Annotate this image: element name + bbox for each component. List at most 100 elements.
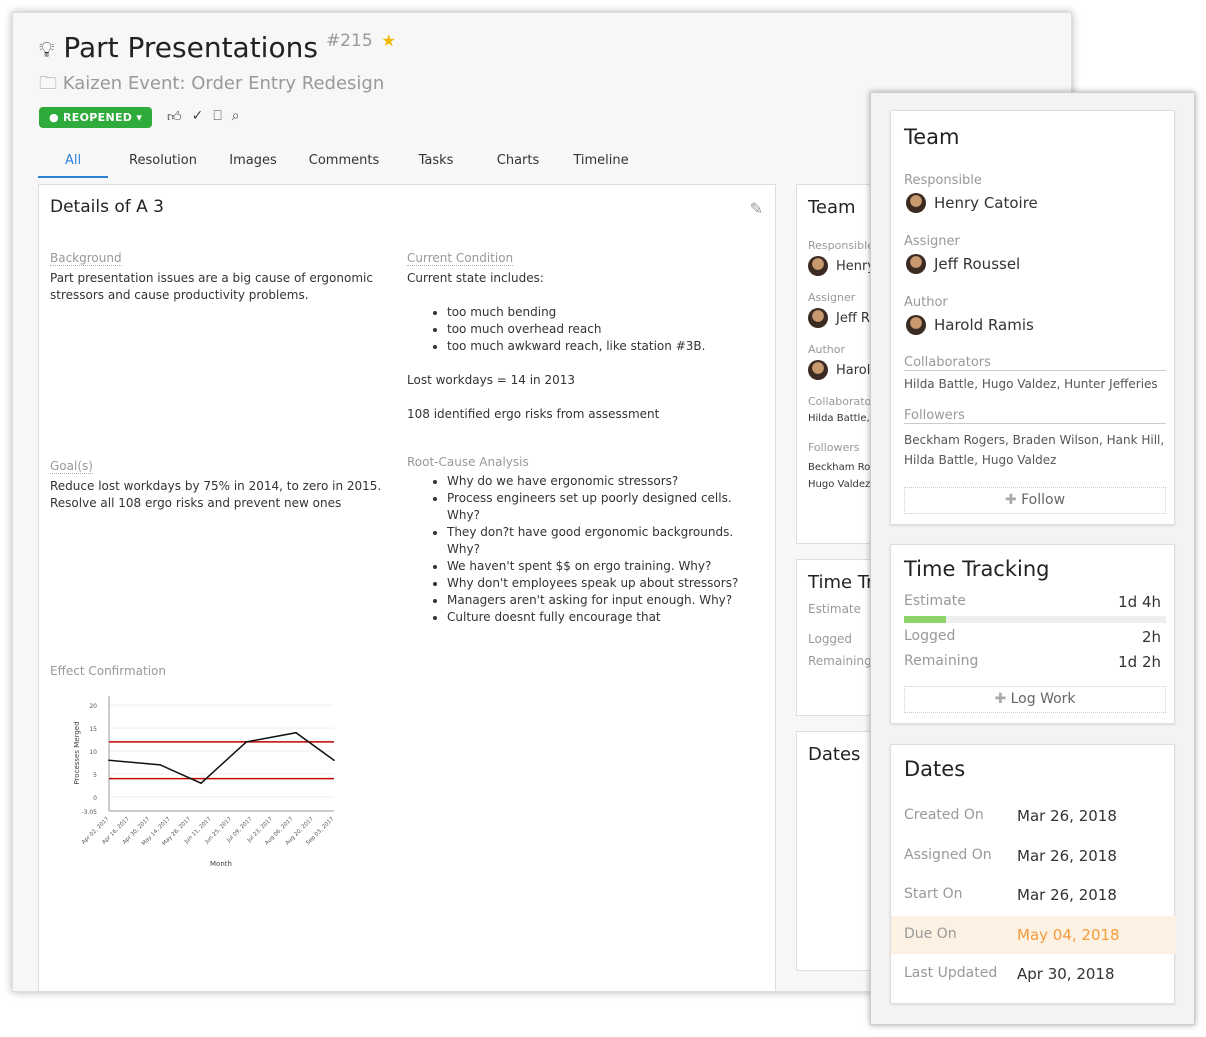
team-card: Team Responsible Henry Catoire Assigner … <box>890 110 1175 525</box>
check-circle-icon[interactable]: ✓ <box>192 108 204 125</box>
chevron-down-icon: ▾ <box>136 111 143 124</box>
star-icon[interactable]: ★ <box>382 31 396 50</box>
background-label: Background <box>50 251 122 266</box>
data-point <box>159 764 161 766</box>
tab-images[interactable]: Images <box>218 153 288 178</box>
y-tick-label: -3.05 <box>81 809 97 816</box>
follow-button[interactable]: ✚ Follow <box>904 487 1166 514</box>
tab-tasks[interactable]: Tasks <box>400 153 472 178</box>
card-title: Time Tracking <box>904 557 1050 581</box>
author-name[interactable]: Harold Ramis <box>934 316 1034 334</box>
pencil-icon[interactable]: ✎ <box>750 199 763 218</box>
date-row: Created On Mar 26, 2018 <box>891 797 1176 835</box>
followers-label: Followers <box>904 408 1166 424</box>
collaborators-list: Hilda Battle, Hugo Valdez, Hunter Jeffer… <box>904 377 1158 391</box>
list-item: We haven't spent $$ on ergo training. Wh… <box>447 558 747 575</box>
current-intro: Current state includes: <box>407 271 544 285</box>
time-progress-bar <box>904 616 1166 623</box>
data-point <box>245 741 248 743</box>
y-tick-label: 20 <box>89 703 97 710</box>
y-tick-label: 10 <box>89 749 97 756</box>
project-breadcrumb[interactable]: 🗀 Kaizen Event: Order Entry Redesign <box>39 71 384 101</box>
bookmark-icon[interactable]: ⎕ <box>213 108 221 125</box>
x-axis-label: Month <box>210 860 232 868</box>
avatar <box>906 193 926 213</box>
logged-label: Logged <box>904 628 956 644</box>
followers-list: Beckham Rogers, Braden Wilson, Hank Hill… <box>904 433 1165 467</box>
list-item: Culture doesnt fully encourage that <box>447 609 747 626</box>
list-item: too much bending <box>447 304 757 321</box>
zoom-icon[interactable]: ⌕ <box>232 108 240 125</box>
background-text: Part presentation issues are a big cause… <box>50 271 373 302</box>
date-label: Assigned On <box>904 846 992 863</box>
avatar <box>808 256 828 276</box>
root-cause-label: Root-Cause Analysis <box>407 455 529 469</box>
tab-resolution[interactable]: Resolution <box>108 153 218 178</box>
time-progress-fill <box>904 616 946 623</box>
card-title: Dates <box>808 744 861 765</box>
list-item: too much awkward reach, like station #3B… <box>447 338 757 355</box>
plus-icon: ✚ <box>1004 492 1017 508</box>
data-point <box>108 759 110 762</box>
log-work-button[interactable]: ✚ Log Work <box>904 686 1166 713</box>
goals-label: Goal(s) <box>50 459 93 474</box>
thumbs-up-icon[interactable]: 👍︎ <box>167 108 182 125</box>
avatar <box>808 360 828 380</box>
lightbulb-icon: 💡︎ <box>39 38 55 63</box>
date-value: May 04, 2018 <box>1017 925 1120 944</box>
date-label: Created On <box>904 807 984 823</box>
y-tick-label: 0 <box>93 795 97 802</box>
issue-number: #215 <box>325 31 373 51</box>
list-item: Managers aren't asking for input enough.… <box>447 592 747 609</box>
data-point <box>295 731 297 734</box>
date-row: Due On May 04, 2018 <box>891 915 1176 954</box>
date-value: Apr 30, 2018 <box>1017 965 1115 983</box>
details-panel: Details of A 3 ✎ Background Part present… <box>38 184 776 991</box>
list-item: Why don't employees speak up about stres… <box>447 575 747 592</box>
label: Followers <box>808 441 860 454</box>
date-value: Mar 26, 2018 <box>1017 846 1117 865</box>
label: Remaining <box>808 654 872 668</box>
remaining-label: Remaining <box>904 653 979 669</box>
date-value: Mar 26, 2018 <box>1017 807 1117 825</box>
author-label: Author <box>904 295 948 310</box>
date-row: Start On Mar 26, 2018 <box>891 876 1176 914</box>
data-point <box>200 782 202 785</box>
tab-all[interactable]: All <box>38 153 108 178</box>
remaining-value: 1d 2h <box>1118 653 1161 671</box>
list-item: too much overhead reach <box>447 321 757 338</box>
card-title: Dates <box>904 757 966 781</box>
current-condition-label: Current Condition <box>407 251 514 266</box>
goal-text: Resolve all 108 ergo risks and prevent n… <box>50 496 342 510</box>
tab-charts[interactable]: Charts <box>472 153 564 178</box>
root-cause-list: Why do we have ergonomic stressors? Proc… <box>447 473 747 626</box>
current-text: Lost workdays = 14 in 2013 <box>407 373 576 387</box>
tab-timeline[interactable]: Timeline <box>564 153 638 178</box>
card-title: Team <box>904 125 960 149</box>
list-item: Why do we have ergonomic stressors? <box>447 473 747 490</box>
label: Assigner <box>808 291 856 304</box>
effect-label: Effect Confirmation <box>50 664 166 678</box>
tab-bar: All Resolution Images Comments Tasks Cha… <box>38 153 638 178</box>
tab-comments[interactable]: Comments <box>288 153 400 178</box>
assigner-label: Assigner <box>904 234 960 249</box>
goal-text: Reduce lost workdays by 75% in 2014, to … <box>50 479 382 493</box>
status-dropdown[interactable]: ● REOPENED ▾ <box>39 107 153 128</box>
date-label: Last Updated <box>904 965 998 981</box>
y-tick-label: 15 <box>89 726 97 733</box>
current-text: 108 identified ergo risks from assessmen… <box>407 407 660 421</box>
label: Author <box>808 343 846 356</box>
y-tick-label: 5 <box>93 772 97 779</box>
logged-value: 2h <box>1141 628 1161 646</box>
details-title: Details of A 3 <box>50 197 164 217</box>
time-tracking-card: Time Tracking Estimate 1d 4h Logged 2h R… <box>890 544 1175 724</box>
date-value: Mar 26, 2018 <box>1017 886 1117 904</box>
plus-icon: ✚ <box>994 691 1007 707</box>
responsible-name[interactable]: Henry Catoire <box>934 194 1038 212</box>
assigner-name[interactable]: Jeff Roussel <box>934 255 1020 273</box>
y-axis-label: Processes Merged <box>73 721 81 784</box>
label: Logged <box>808 632 853 646</box>
date-row: Assigned On Mar 26, 2018 <box>891 837 1176 875</box>
current-list: too much bending too much overhead reach… <box>447 304 757 355</box>
date-row: Last Updated Apr 30, 2018 <box>891 955 1176 993</box>
